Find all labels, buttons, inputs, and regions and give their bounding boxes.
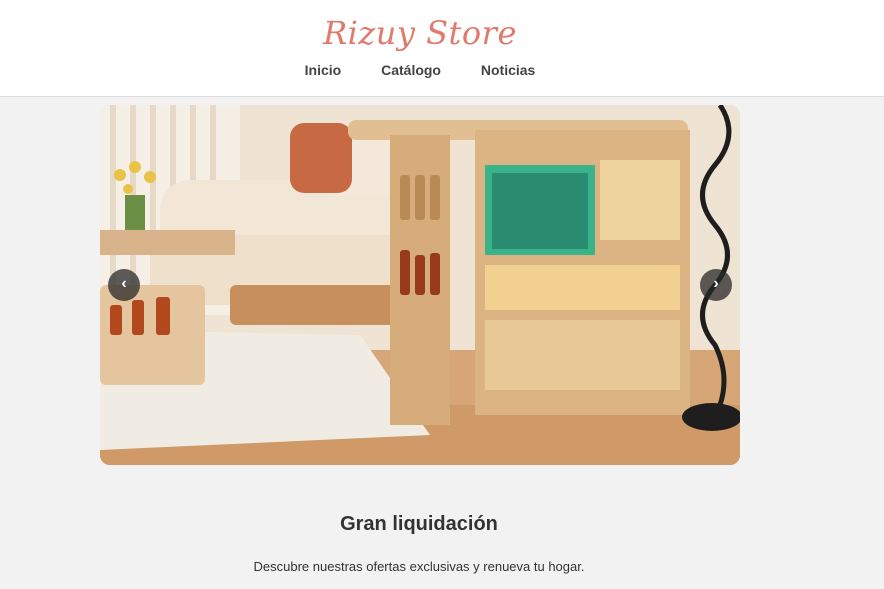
chevron-right-icon: › [713,275,719,292]
chevron-left-icon: ‹ [121,275,127,292]
brand-logo[interactable]: Rizuy Store [0,14,840,52]
carousel-prev-button[interactable]: ‹ [108,269,140,301]
hero-illustration [100,105,740,465]
nav-inicio[interactable]: Inicio [305,62,342,78]
promo-title: Gran liquidación [340,513,498,535]
nav-catalogo[interactable]: Catálogo [381,62,441,78]
hero-carousel-image [100,105,740,465]
promo-subtitle: Descubre nuestras ofertas exclusivas y r… [253,559,585,574]
nav-noticias[interactable]: Noticias [481,62,535,78]
main-nav: Inicio Catálogo Noticias [0,62,840,78]
site-header: Rizuy Store Inicio Catálogo Noticias [0,0,884,97]
carousel-next-button[interactable]: › [700,269,732,301]
